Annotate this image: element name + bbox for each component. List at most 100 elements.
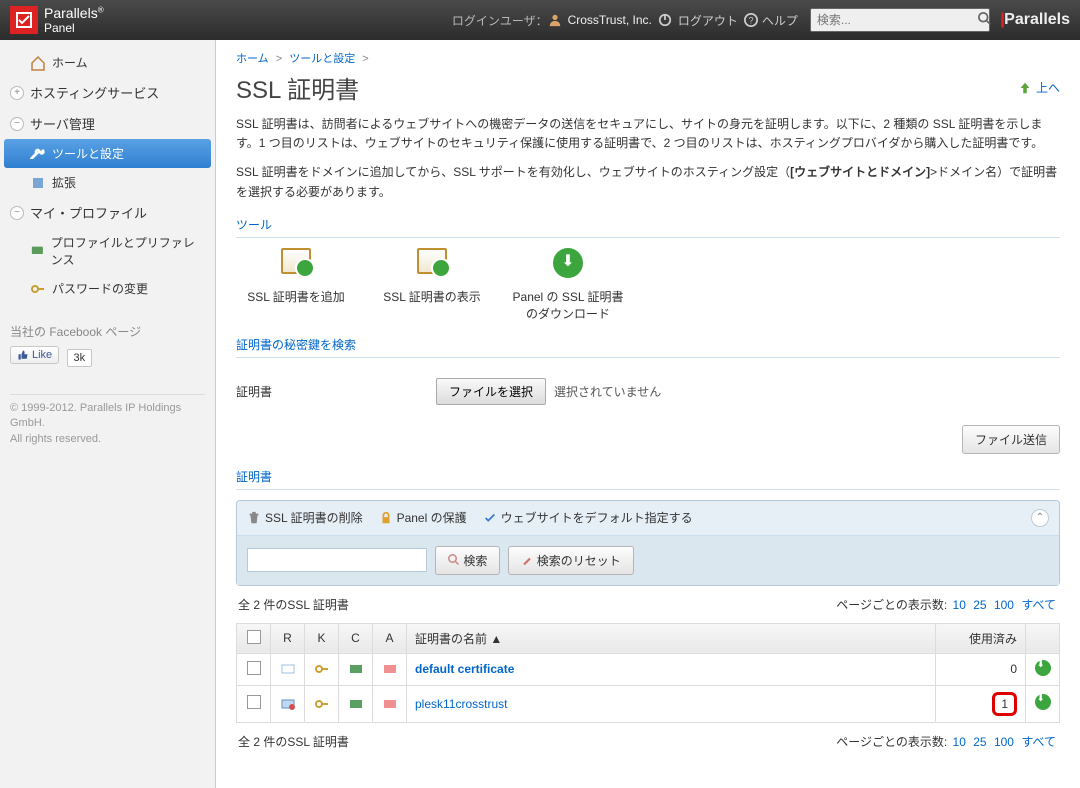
page-size-100[interactable]: 100 (994, 598, 1014, 612)
page-size-25[interactable]: 25 (973, 598, 986, 612)
up-link[interactable]: 上へ (1018, 79, 1060, 96)
fb-title: 当社の Facebook ページ (10, 323, 205, 340)
r-icon (280, 661, 296, 677)
col-name[interactable]: 証明書の名前 ▲ (407, 623, 936, 653)
row-checkbox[interactable] (247, 695, 261, 709)
power-icon (658, 13, 672, 27)
nav-hosting[interactable]: + ホスティングサービス (0, 77, 215, 108)
page-size-25[interactable]: 25 (973, 735, 986, 749)
search-icon (448, 554, 460, 566)
logo-icon (10, 6, 38, 34)
col-used[interactable]: 使用済み (936, 623, 1026, 653)
key-icon (314, 661, 330, 677)
cert-table: R K C A 証明書の名前 ▲ 使用済み default certificat… (236, 623, 1060, 723)
tool-download-cert[interactable]: Panel の SSL 証明書のダウンロード (508, 248, 628, 322)
tool-show-cert[interactable]: SSL 証明書の表示 (372, 248, 492, 322)
certificate-add-icon (281, 248, 311, 274)
download-icon[interactable] (1035, 660, 1051, 676)
page-size-10[interactable]: 10 (953, 598, 966, 612)
col-k[interactable]: K (305, 623, 339, 653)
list-search-button[interactable]: 検索 (435, 546, 500, 575)
file-status: 選択されていません (554, 383, 661, 400)
up-icon (1018, 81, 1032, 95)
card-icon (30, 243, 45, 259)
count-text: 全 2 件のSSL 証明書 (238, 596, 349, 613)
a-icon (382, 661, 398, 677)
main-content: ホーム > ツールと設定 > SSL 証明書 上へ SSL 証明書は、訪問者によ… (216, 40, 1080, 788)
help-icon: ? (744, 13, 758, 27)
check-icon (483, 511, 497, 525)
facebook-box: 当社の Facebook ページ Like 3k (10, 323, 205, 364)
c-icon (348, 696, 364, 712)
logo-text: Parallels® Panel (44, 6, 104, 34)
cert-list-box: SSL 証明書の削除 Panel の保護 ウェブサイトをデフォルト指定する ⌃ … (236, 500, 1060, 586)
row-checkbox[interactable] (247, 661, 261, 675)
crumb-tools[interactable]: ツールと設定 (289, 53, 355, 65)
page-size-all[interactable]: すべて (1021, 735, 1056, 749)
act-delete[interactable]: SSL 証明書の削除 (247, 509, 363, 526)
help-link[interactable]: ヘルプ (762, 12, 798, 29)
cert-file-label: 証明書 (236, 383, 436, 400)
cert-name-link[interactable]: plesk11crosstrust (415, 697, 507, 711)
col-c[interactable]: C (339, 623, 373, 653)
nav-password[interactable]: パスワードの変更 (0, 274, 215, 303)
breadcrumb: ホーム > ツールと設定 > (236, 50, 1060, 66)
nav-profile[interactable]: − マイ・プロファイル (0, 197, 215, 228)
section-tools: ツール (236, 216, 1060, 238)
home-icon (30, 55, 46, 71)
act-protect[interactable]: Panel の保護 (379, 509, 467, 526)
sidebar: ホーム + ホスティングサービス − サーバ管理 ツールと設定 拡張 − マイ・… (0, 40, 216, 788)
page-size-all[interactable]: すべて (1021, 598, 1056, 612)
search-input[interactable] (811, 13, 978, 27)
choose-file-button[interactable]: ファイルを選択 (436, 378, 546, 405)
page-size-10[interactable]: 10 (953, 735, 966, 749)
nav-extend[interactable]: 拡張 (0, 168, 215, 197)
search-box[interactable] (810, 8, 990, 32)
list-reset-button[interactable]: 検索のリセット (508, 546, 633, 575)
select-all-checkbox[interactable] (247, 630, 261, 644)
table-row: default certificate 0 (237, 653, 1060, 685)
collapse-icon: − (10, 206, 24, 220)
fb-count: 3k (67, 349, 93, 367)
cert-name-link[interactable]: default certificate (415, 662, 514, 676)
top-header: Parallels® Panel ログインユーザ： CrossTrust, In… (0, 0, 1080, 40)
sort-asc-icon: ▲ (490, 632, 502, 646)
file-submit-button[interactable]: ファイル送信 (962, 425, 1060, 454)
page-title: SSL 証明書 (236, 70, 359, 105)
fb-like-button[interactable]: Like (10, 346, 59, 364)
description-2: SSL 証明書をドメインに追加してから、SSL サポートを有効化し、ウェブサイト… (236, 163, 1060, 201)
page-size-100[interactable]: 100 (994, 735, 1014, 749)
description-1: SSL 証明書は、訪問者によるウェブサイトへの機密データの送信をセキュアにし、サ… (236, 115, 1060, 153)
logout-link[interactable]: ログアウト (678, 12, 738, 29)
crumb-home[interactable]: ホーム (236, 53, 269, 65)
collapse-icon: − (10, 117, 24, 131)
pager-top: ページごとの表示数: 10 25 100 すべて (836, 596, 1058, 613)
brand-right: ||Parallels (1000, 11, 1070, 29)
tool-add-cert[interactable]: SSL 証明書を追加 (236, 248, 356, 322)
login-label: ログインユーザ： (452, 12, 548, 29)
current-user[interactable]: CrossTrust, Inc. (568, 13, 652, 27)
lock-icon (379, 511, 393, 525)
used-count: 0 (936, 653, 1026, 685)
copyright: © 1999-2012. Parallels IP Holdings GmbH.… (10, 394, 205, 447)
col-r[interactable]: R (271, 623, 305, 653)
download-icon (553, 248, 583, 278)
collapse-toggle[interactable]: ⌃ (1031, 509, 1049, 527)
used-count-highlighted: 1 (992, 692, 1017, 716)
wrench-icon (30, 146, 46, 162)
table-row: plesk11crosstrust 1 (237, 685, 1060, 722)
col-a[interactable]: A (373, 623, 407, 653)
puzzle-icon (30, 175, 46, 191)
download-icon[interactable] (1035, 694, 1051, 710)
list-search-input[interactable] (247, 548, 427, 572)
act-default[interactable]: ウェブサイトをデフォルト指定する (483, 509, 693, 526)
count-text-bottom: 全 2 件のSSL 証明書 (238, 733, 349, 750)
a-icon (382, 696, 398, 712)
nav-tools-settings[interactable]: ツールと設定 (4, 139, 211, 168)
nav-preferences[interactable]: プロファイルとプリファレンス (0, 228, 215, 274)
nav-home[interactable]: ホーム (0, 48, 215, 77)
search-icon[interactable] (978, 12, 992, 29)
nav-server[interactable]: − サーバ管理 (0, 108, 215, 139)
key-icon (30, 281, 46, 297)
section-key-search: 証明書の秘密鍵を検索 (236, 336, 1060, 358)
